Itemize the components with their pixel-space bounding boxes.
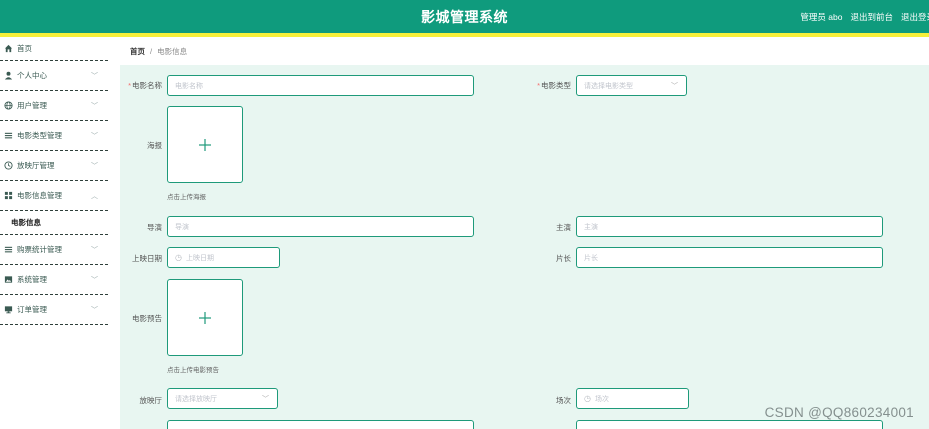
clock-icon: ◷ — [175, 253, 182, 262]
sidebar-item-user-management[interactable]: 用户管理 ﹀ — [0, 91, 108, 121]
next-row-input-right[interactable] — [576, 420, 883, 429]
breadcrumb-current: 电影信息 — [157, 46, 188, 56]
sidebar-item-system-management[interactable]: 系统管理 ﹀ — [0, 265, 108, 295]
director-input[interactable]: 导演 — [167, 216, 474, 237]
cast-label: 主演 — [556, 223, 571, 232]
trailer-label: 电影预告 — [132, 314, 162, 323]
sidebar-item-label: 首页 — [17, 44, 32, 53]
movie-name-input[interactable]: 电影名称 — [167, 75, 474, 96]
chevron-down-icon: ﹀ — [91, 276, 98, 284]
director-label: 导演 — [147, 223, 162, 232]
duration-input[interactable]: 片长 — [576, 247, 883, 268]
breadcrumb-separator: / — [150, 46, 153, 56]
sidebar-item-label: 购票统计管理 — [17, 245, 62, 254]
session-picker[interactable]: ◷ 场次 — [576, 388, 689, 409]
chevron-down-icon: ﹀ — [91, 102, 98, 110]
trailer-upload[interactable] — [167, 279, 243, 356]
current-user-label: 管理员 abo — [800, 12, 843, 22]
sidebar-item-order-management[interactable]: 订单管理 ﹀ — [0, 295, 108, 325]
exit-frontend-link[interactable]: 退出到前台 — [850, 11, 893, 23]
app-title: 影城管理系统 — [421, 9, 508, 25]
sidebar-item-label: 用户管理 — [17, 101, 47, 110]
sidebar-item-label: 个人中心 — [17, 71, 47, 80]
next-row-input-left[interactable] — [167, 420, 474, 429]
breadcrumb: 首页 / 电影信息 — [120, 37, 929, 65]
main-content: 首页 / 电影信息 *电影名称 电影名称 *电影类型 请选择电影类型 ﹀ 海报 … — [120, 37, 929, 429]
user-icon — [4, 71, 13, 80]
sidebar-item-hall-management[interactable]: 放映厅管理 ﹀ — [0, 151, 108, 181]
image-icon — [4, 275, 13, 284]
watermark: CSDN @QQ860234001 — [764, 405, 914, 420]
plus-icon — [199, 311, 211, 324]
sidebar-item-personal-center[interactable]: 个人中心 ﹀ — [0, 61, 108, 91]
sidebar-item-ticket-stats-management[interactable]: 购票统计管理 ﹀ — [0, 235, 108, 265]
sidebar-item-label: 放映厅管理 — [17, 161, 55, 170]
chevron-down-icon: ﹀ — [671, 82, 678, 90]
sidebar-item-label: 电影信息管理 — [17, 191, 62, 200]
sidebar-item-label: 电影类型管理 — [17, 131, 62, 140]
hall-select[interactable]: 请选择放映厅 ﹀ — [167, 388, 278, 409]
chevron-up-icon: ︿ — [91, 192, 98, 200]
clock-icon: ◷ — [584, 394, 591, 403]
chevron-down-icon: ﹀ — [262, 395, 269, 403]
breadcrumb-home[interactable]: 首页 — [130, 46, 145, 57]
sidebar-item-label: 系统管理 — [17, 275, 47, 284]
movie-type-select[interactable]: 请选择电影类型 ﹀ — [576, 75, 687, 96]
sidebar-item-movie-type-management[interactable]: 电影类型管理 ﹀ — [0, 121, 108, 151]
monitor-icon — [4, 305, 13, 314]
movie-name-label: *电影名称 — [128, 81, 162, 90]
release-date-label: 上映日期 — [132, 254, 162, 263]
release-date-picker[interactable]: ◷ 上映日期 — [167, 247, 280, 268]
home-icon — [4, 44, 13, 53]
poster-label: 海报 — [147, 141, 162, 150]
list-icon — [4, 131, 13, 140]
movie-type-label: *电影类型 — [537, 81, 571, 90]
sidebar: 首页 个人中心 ﹀ 用户管理 ﹀ 电影类型管理 ﹀ 放映厅管理 ﹀ 电影信息管理… — [0, 37, 108, 429]
sidebar-item-label: 订单管理 — [17, 305, 47, 314]
globe-icon — [4, 101, 13, 110]
sidebar-subitem-movie-info[interactable]: 电影信息 — [0, 211, 108, 235]
plus-icon — [199, 138, 211, 151]
poster-upload[interactable] — [167, 106, 243, 183]
trailer-upload-hint: 点击上传电影预告 — [167, 367, 219, 374]
chevron-down-icon: ﹀ — [91, 162, 98, 170]
hall-label: 放映厅 — [139, 396, 163, 405]
logout-link[interactable]: 退出登录 — [901, 11, 929, 23]
movie-info-form: *电影名称 电影名称 *电影类型 请选择电影类型 ﹀ 海报 点击上传海报 导演 … — [120, 65, 929, 429]
poster-upload-hint: 点击上传海报 — [167, 194, 206, 201]
chevron-down-icon: ﹀ — [91, 132, 98, 140]
grid-icon — [4, 191, 13, 200]
sidebar-item-home[interactable]: 首页 — [0, 37, 108, 61]
duration-label: 片长 — [556, 254, 571, 263]
cast-input[interactable]: 主演 — [576, 216, 883, 237]
clock-icon — [4, 161, 13, 170]
header-links: 管理员 abo 退出到前台 退出登录 — [800, 11, 929, 23]
sidebar-item-movie-info-management[interactable]: 电影信息管理 ︿ — [0, 181, 108, 211]
top-header: 影城管理系统 管理员 abo 退出到前台 退出登录 — [0, 0, 929, 33]
chevron-down-icon: ﹀ — [91, 306, 98, 314]
session-label: 场次 — [556, 396, 571, 405]
chevron-down-icon: ﹀ — [91, 72, 98, 80]
list-icon — [4, 245, 13, 254]
chevron-down-icon: ﹀ — [91, 246, 98, 254]
